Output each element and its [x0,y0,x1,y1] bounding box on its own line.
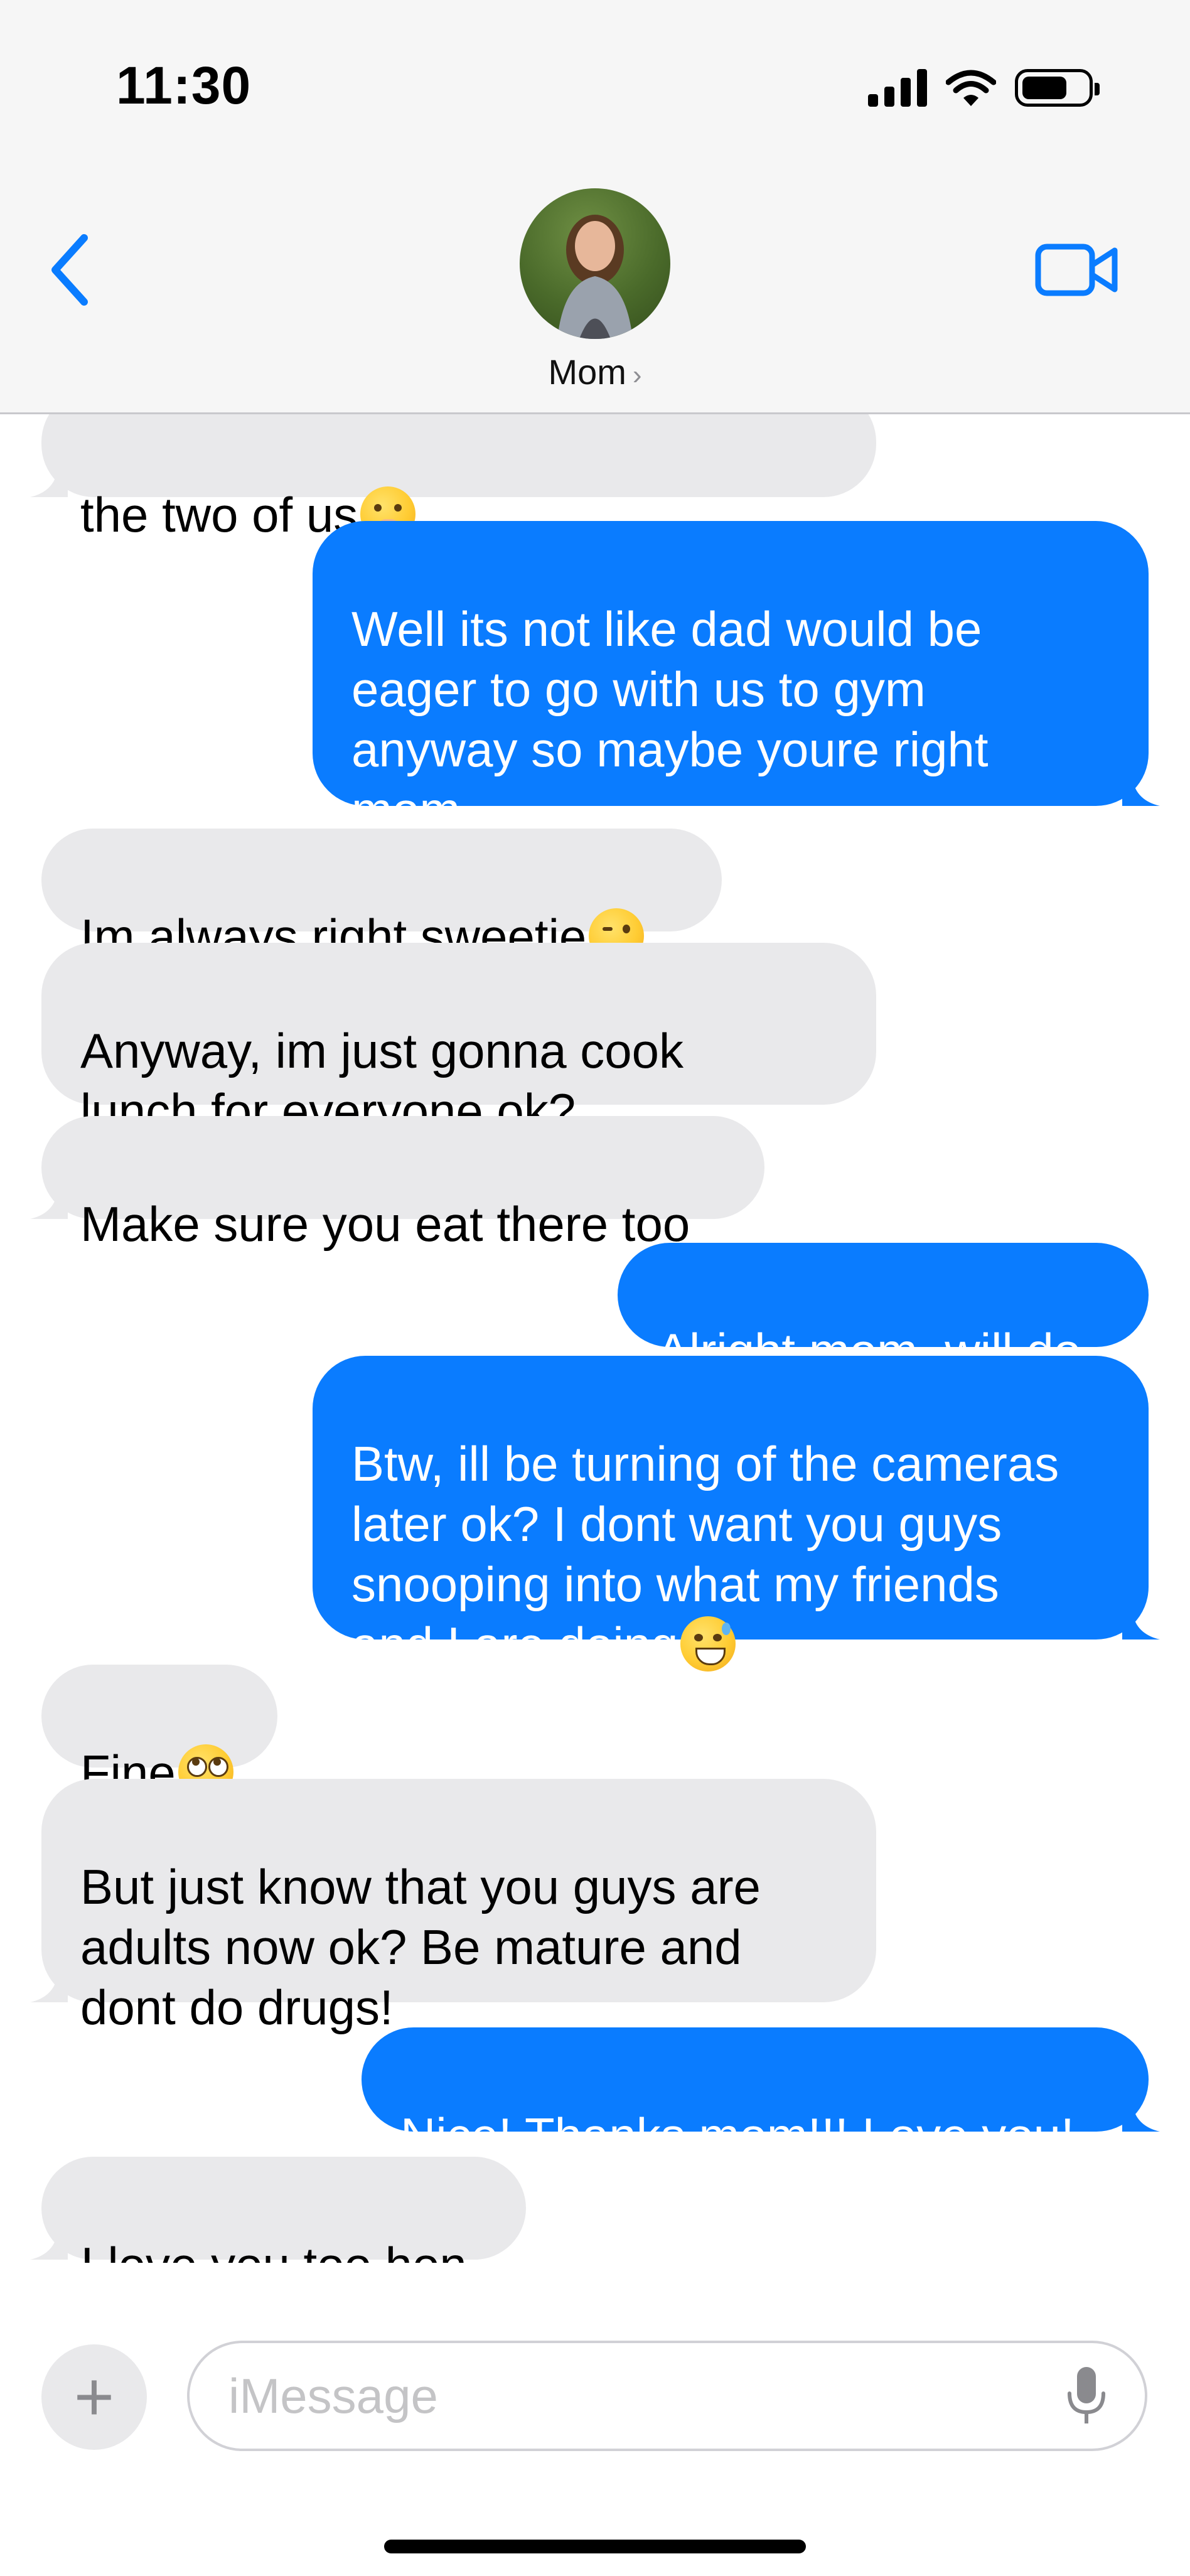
battery-icon [1015,69,1100,107]
status-time: 11:30 [116,56,252,115]
message-incoming[interactable]: the two of us [30,414,876,542]
cellular-signal-icon [868,69,927,107]
plus-button[interactable]: + [41,2344,147,2450]
message-text: the two of us [80,487,358,542]
message-text: I love you too hon [80,2237,467,2263]
message-incoming[interactable]: Make sure you eat there too [30,1116,764,1252]
message-text: Well its not like dad would be eager to … [351,601,989,837]
battery-level [1022,77,1066,99]
status-icons [868,63,1100,113]
contact-name: Mom [548,352,626,392]
plus-icon: + [73,2358,115,2435]
message-incoming[interactable]: Fine [41,1665,277,1800]
message-incoming[interactable]: Im always right sweetie [41,829,722,964]
message-text: Nice! Thanks mom!!! Love you! [400,2108,1075,2163]
message-incoming[interactable]: Anyway, im just gonna cook lunch for eve… [41,943,876,1139]
conversation-header: Mom › [0,151,1190,414]
contact-chevron-icon: › [632,360,642,390]
compose-bar: + [0,2263,1190,2576]
message-incoming[interactable]: I love you too hon [30,2157,526,2263]
message-list[interactable]: the two of us Well its not like dad woul… [0,414,1190,2263]
message-text: But just know that you guys are adults n… [80,1859,761,2035]
message-outgoing[interactable]: Btw, ill be turning of the cameras later… [313,1356,1160,1672]
contact-avatar[interactable] [520,188,670,339]
message-outgoing[interactable]: Alright mom, will do [618,1243,1149,1378]
message-outgoing[interactable]: Well its not like dad would be eager to … [313,521,1160,837]
wifi-icon [946,70,996,106]
status-bar: 11:30 [0,0,1190,151]
message-input[interactable] [187,2341,1147,2451]
grinning-sweat-emoji-icon [680,1616,736,1672]
message-outgoing[interactable]: Nice! Thanks mom!!! Love you! [362,2027,1160,2163]
back-chevron-icon[interactable] [44,229,100,311]
message-incoming[interactable]: But just know that you guys are adults n… [30,1779,876,2035]
microphone-icon[interactable] [1064,2364,1108,2427]
video-call-icon[interactable] [1033,235,1121,304]
contact-name-row[interactable]: Mom › [0,352,1190,392]
home-indicator[interactable] [384,2540,806,2553]
message-text: Make sure you eat there too [80,1196,690,1252]
